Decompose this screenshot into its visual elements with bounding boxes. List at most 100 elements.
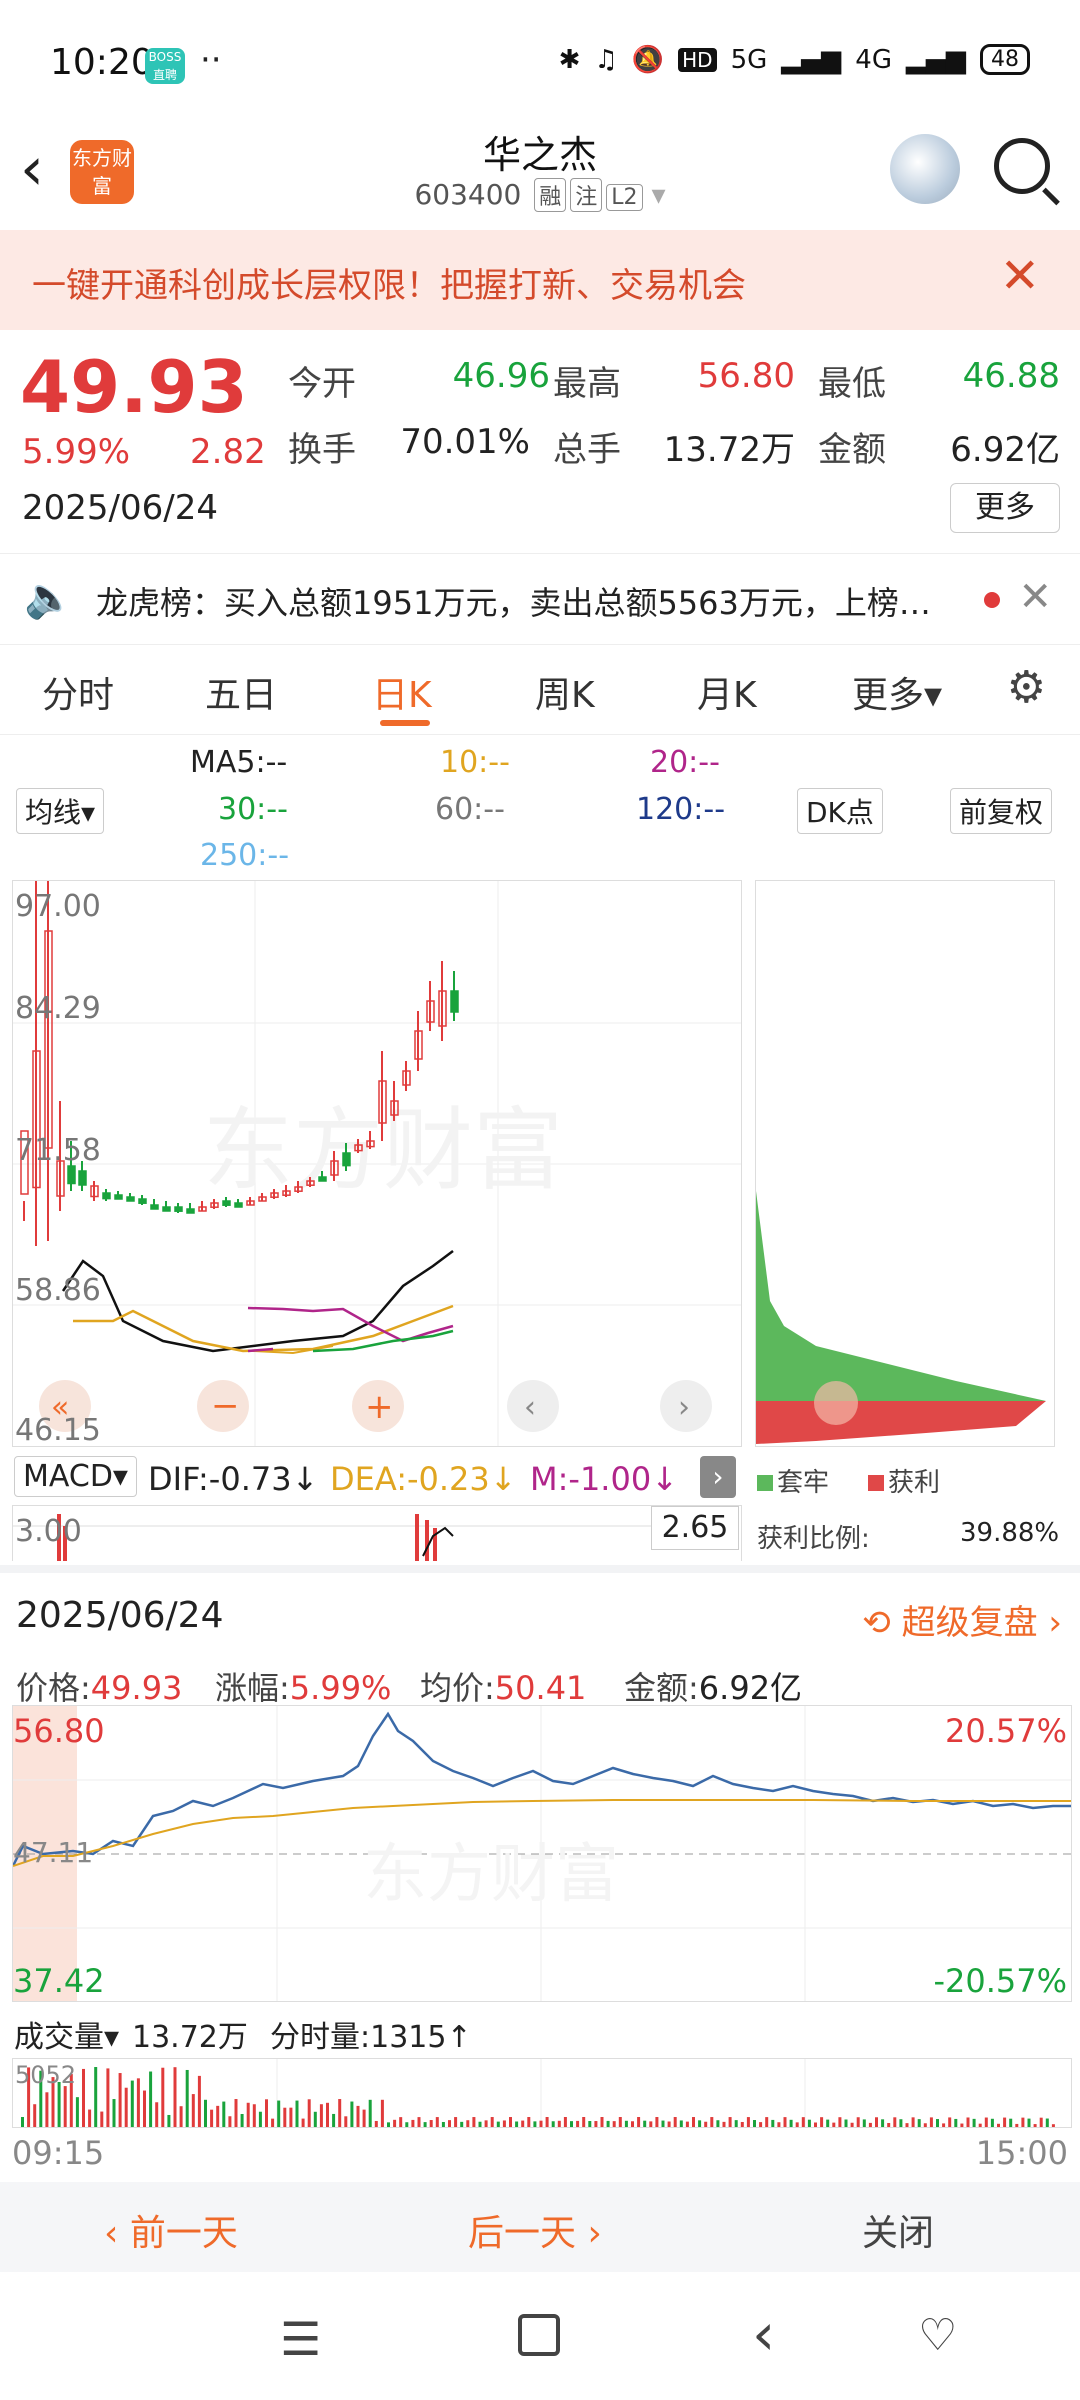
close-button[interactable]: 关闭 [862, 2204, 934, 2256]
volume-bar [948, 2117, 952, 2127]
volume-bar [917, 2119, 921, 2127]
tab-daily-k[interactable]: 日K [372, 666, 432, 718]
close-icon[interactable]: ✕ [1018, 574, 1052, 620]
volume-bar [801, 2117, 805, 2127]
status-dots: ·· [200, 40, 222, 80]
volume-bar [893, 2117, 897, 2127]
volume-bar [368, 2099, 372, 2127]
volume-bar [899, 2119, 903, 2127]
kline-chart[interactable]: 东方财富 « − + ‹ › 97.00 84.29 71.58 58.86 4… [12, 880, 742, 1448]
macd-chart[interactable]: 3.00 2.65 [12, 1505, 742, 1561]
status-time: 10:20 [50, 42, 154, 83]
volume-bar [698, 2120, 702, 2127]
volume-bar [149, 2071, 153, 2127]
volume-bar [795, 2122, 799, 2127]
macd-top-label: 3.00 [15, 1514, 82, 1549]
assistant-robot-icon[interactable] [890, 134, 960, 204]
dk-point-button[interactable]: DK点 [797, 788, 883, 834]
volume-bar [612, 2121, 616, 2127]
close-icon[interactable]: ✕ [1000, 248, 1040, 304]
volume-bar [643, 2120, 647, 2127]
pct-label: 涨幅: [215, 1669, 290, 1707]
network-5g: 5G [730, 44, 768, 75]
network-4g: 4G [855, 44, 892, 75]
volume-chart[interactable]: 5052 [12, 2058, 1072, 2128]
ma-selector[interactable]: 均线▾ [16, 788, 105, 834]
candle-body [102, 1192, 111, 1200]
promo-banner[interactable]: 一键开通科创成长层权限！把握打新、交易机会 ✕ [0, 230, 1080, 330]
volume-now: 分时量:1315↑ [270, 2012, 472, 2056]
prev-day-button[interactable]: ‹ 前一天 [104, 2204, 238, 2256]
tab-more[interactable]: 更多▾ [852, 666, 942, 718]
back-nav-icon[interactable]: ‹ [752, 2300, 775, 2368]
candle-body [234, 1202, 243, 1208]
assistant-icon[interactable]: ♡ [918, 2310, 957, 2361]
search-icon[interactable] [994, 138, 1050, 194]
watermark: 东方财富 [363, 1838, 619, 1910]
volume-bar [204, 2099, 207, 2127]
ma30-label: 30:-- [218, 792, 288, 827]
menu-icon[interactable]: ☰ [280, 2312, 321, 2366]
chip-distribution[interactable] [755, 880, 1055, 1447]
adjust-mode-button[interactable]: 前复权 [950, 788, 1053, 834]
volume-bar [576, 2120, 580, 2127]
volume-bar [600, 2117, 604, 2127]
super-replay-label[interactable]: 超级复盘 [902, 1603, 1038, 1643]
gear-icon[interactable]: ⚙ [1007, 662, 1046, 713]
volume-bar [289, 2107, 293, 2127]
volume-bar [539, 2120, 543, 2127]
next-day-label[interactable]: 后一天 [468, 2213, 576, 2254]
volume-bar [734, 2120, 738, 2127]
volume-selector[interactable]: 成交量▾ [14, 2012, 120, 2056]
volume-bar [923, 2123, 927, 2127]
avg-label: 均价: [420, 1669, 495, 1707]
tab-intraday[interactable]: 分时 [42, 666, 114, 718]
macd-current-value: 2.65 [651, 1506, 739, 1550]
news-text[interactable]: 龙虎榜：买入总额1951万元，卖出总额5563万元，上榜… [96, 578, 931, 624]
indicator-selector[interactable]: MACD▾ [14, 1456, 137, 1497]
volume-bar [393, 2119, 397, 2127]
volume-bar [515, 2121, 519, 2127]
chevron-right-icon[interactable]: › [700, 1456, 736, 1498]
volume-bar [252, 2104, 256, 2127]
volume-bar [673, 2117, 677, 2127]
promo-text[interactable]: 一键开通科创成长层权限！把握打新、交易机会 [32, 258, 746, 307]
volume-svg [21, 2059, 1055, 2127]
status-icons: ✱ ♫ 🔕 HD 5G ▂▄▆ 4G ▂▄▆ 48 [559, 44, 1030, 75]
news-ticker[interactable]: 🔈 龙虎榜：买入总额1951万元，卖出总额5563万元，上榜… ✕ [0, 553, 1080, 645]
prev-day-label[interactable]: 前一天 [130, 2213, 238, 2254]
volume-bar [746, 2117, 750, 2127]
avg-value: 50.41 [494, 1669, 587, 1707]
next-day-button[interactable]: 后一天 › [468, 2204, 602, 2256]
volume-bar [228, 2116, 232, 2127]
volume-bar [722, 2121, 726, 2127]
chip-svg [756, 1191, 1046, 1444]
volume-bar [1003, 2117, 1007, 2127]
tab-five-day[interactable]: 五日 [205, 666, 277, 718]
expand-icon[interactable] [814, 1381, 858, 1425]
volume-bar [161, 2067, 165, 2127]
home-icon[interactable] [518, 2314, 560, 2356]
volume-bar [637, 2117, 641, 2127]
volume-bar [466, 2120, 470, 2127]
ma250-label: 250:-- [200, 838, 290, 873]
volume-bar [667, 2121, 671, 2127]
legend-trapped-label: 套牢 [777, 1468, 830, 1498]
volume-bar [972, 2118, 976, 2127]
intraday-chart[interactable]: 东方财富 56.80 47.11 37.42 20.57% -20.57% [12, 1705, 1072, 2002]
volume-bar [490, 2117, 494, 2127]
ma20-label: 20:-- [650, 745, 720, 780]
volume-bar [868, 2122, 872, 2127]
legend-profit: 获利 [868, 1462, 940, 1499]
tab-weekly-k[interactable]: 周K [535, 666, 595, 718]
volume-bar [417, 2117, 421, 2127]
volume-bar [112, 2099, 116, 2127]
chevron-left-glyph: ‹ [524, 1390, 536, 1425]
super-replay-link[interactable]: ⟲ 超级复盘 › [862, 1595, 1062, 1644]
chevron-down-icon[interactable]: ▾ [651, 178, 665, 211]
volume-bar [210, 2109, 214, 2127]
volume-bar [448, 2120, 451, 2127]
tab-monthly-k[interactable]: 月K [697, 666, 757, 718]
volume-bar [1033, 2124, 1037, 2127]
more-button[interactable]: 更多 [950, 483, 1060, 533]
